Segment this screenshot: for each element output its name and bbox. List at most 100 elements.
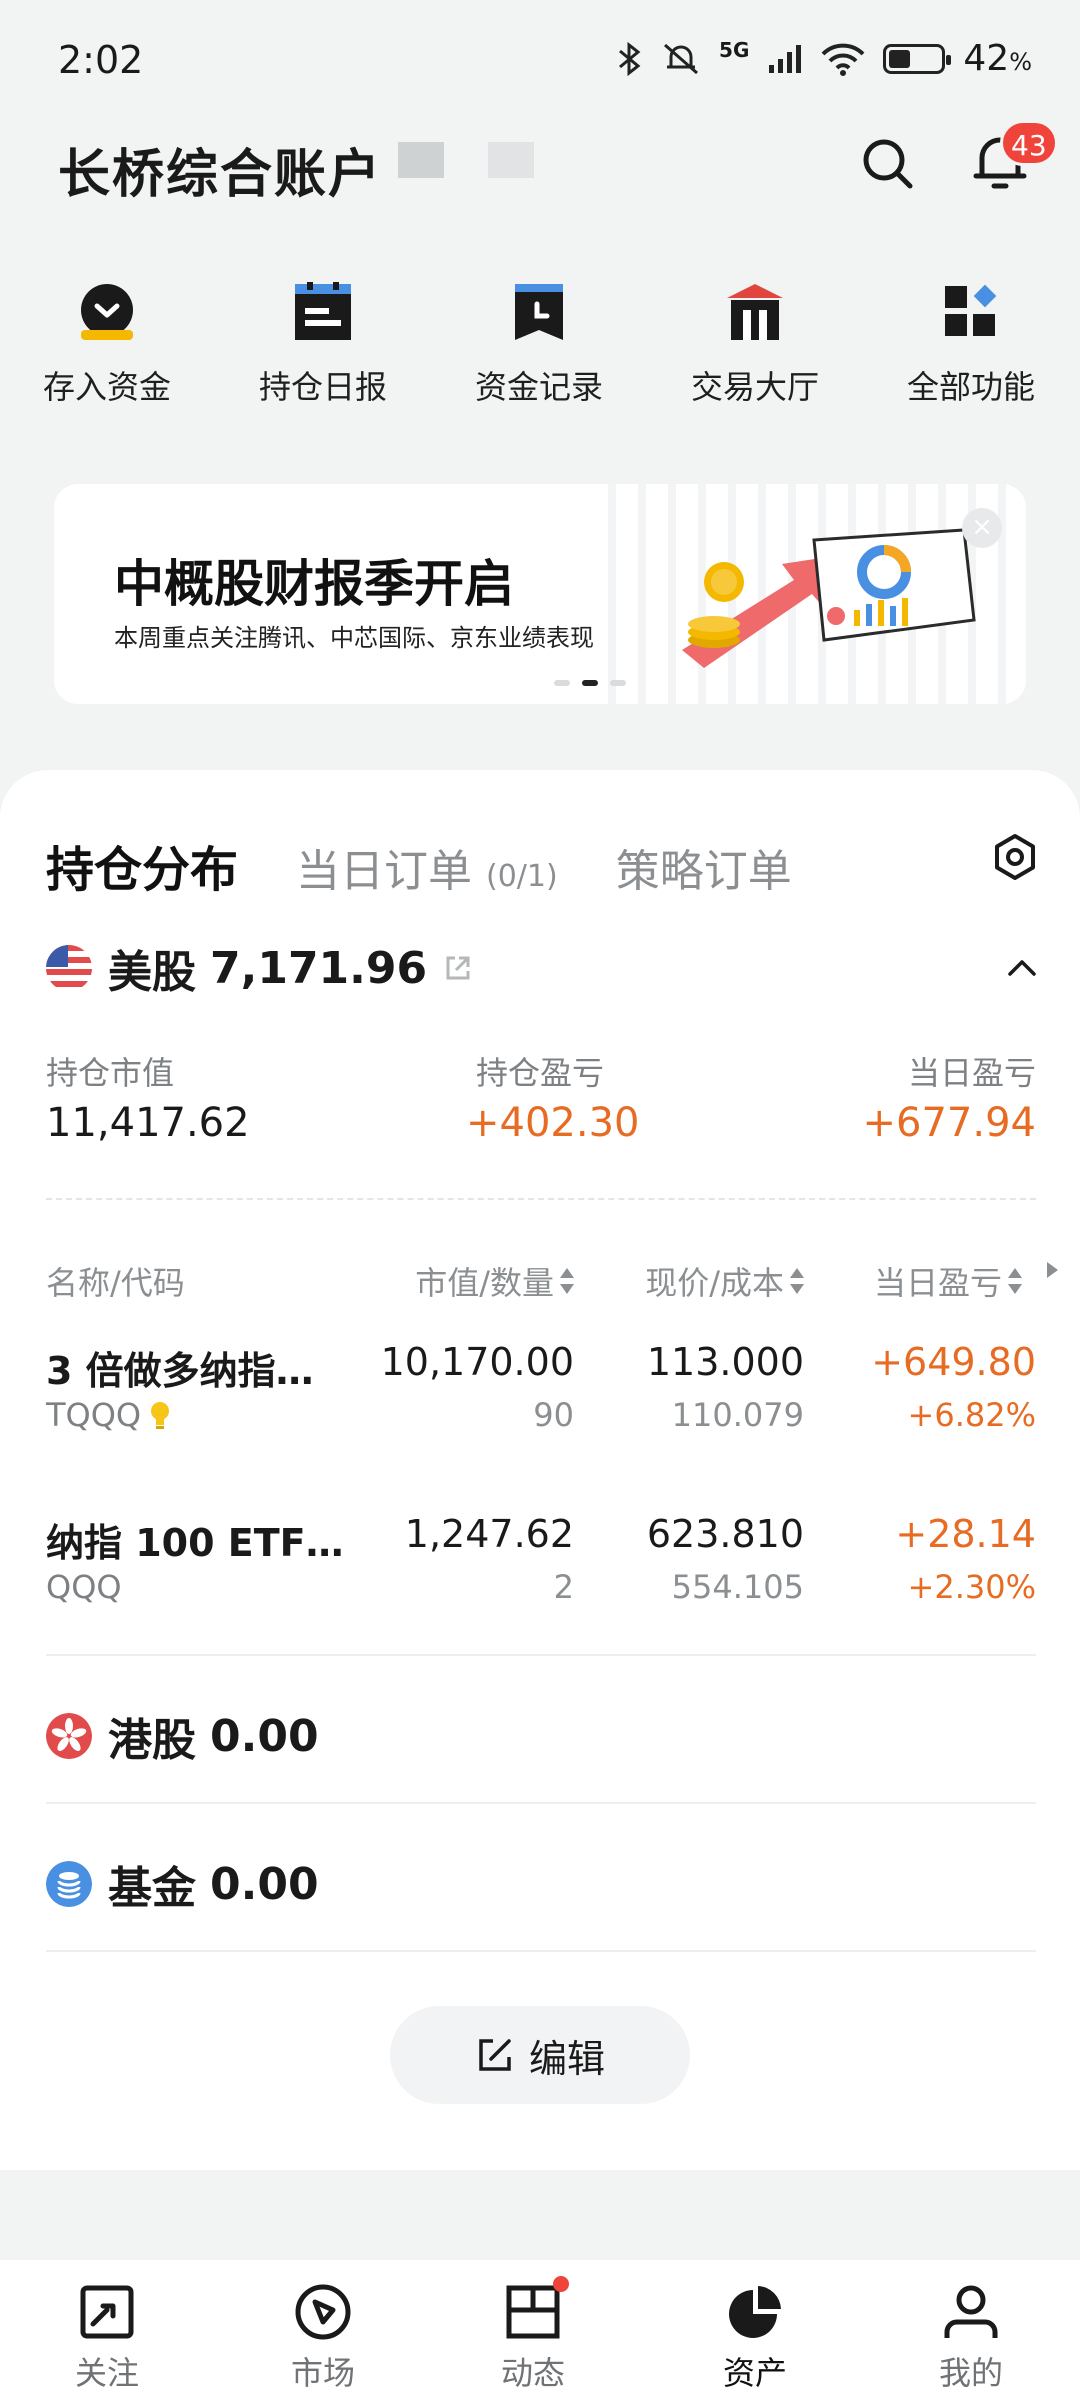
mute-bell-icon — [664, 43, 699, 74]
column-day-pl[interactable]: 当日盈亏 — [874, 1258, 1022, 1304]
column-label: 现价/成本 — [645, 1264, 784, 1302]
holdings-panel: 持仓分布 当日订单 (0/1) 策略订单 美股 7,171.96 持仓市值 持仓… — [0, 770, 1080, 2170]
banner-close-button[interactable]: × — [962, 508, 1002, 548]
market-value-label: 持仓市值 — [46, 1054, 175, 1092]
tab-strategy-orders[interactable]: 策略订单 — [616, 835, 792, 899]
nav-label: 动态 — [500, 2354, 565, 2392]
watchlist-icon — [77, 2282, 137, 2342]
position-code: QQQ — [46, 1568, 122, 1606]
market-label: 美股 — [108, 947, 196, 998]
table-row[interactable]: 3 倍做多纳指… TQQQ 10,170.00 90 113.000 110.0… — [46, 1340, 1036, 1450]
wifi-icon — [821, 43, 865, 76]
position-cost: 554.105 — [671, 1568, 804, 1606]
nav-watchlist[interactable]: 关注 — [32, 2282, 182, 2394]
status-time: 2:02 — [58, 38, 144, 82]
market-label: 港股 — [108, 1715, 196, 1766]
external-link-icon[interactable] — [443, 953, 473, 983]
tab-label: 当日订单 — [296, 846, 473, 897]
all-functions-icon — [941, 282, 1001, 342]
profile-icon — [941, 2282, 1001, 2342]
nav-profile[interactable]: 我的 — [896, 2282, 1046, 2394]
quick-action-daily-report[interactable]: 持仓日报 — [228, 272, 418, 408]
scroll-right-arrow-icon[interactable] — [1047, 1262, 1058, 1278]
signal-icon — [769, 44, 802, 73]
banner-pagination — [554, 680, 626, 686]
divider — [46, 1950, 1036, 1952]
position-cost: 110.079 — [671, 1396, 804, 1434]
market-value: 7,171.96 — [210, 942, 428, 994]
battery-level — [889, 49, 911, 68]
position-price: 113.000 — [646, 1340, 804, 1384]
settings-hexagon-icon[interactable] — [990, 832, 1040, 882]
orders-count: (0/1) — [486, 859, 558, 894]
position-name: 3 倍做多纳指… — [46, 1349, 314, 1393]
position-market-value: 10,170.00 — [380, 1340, 574, 1384]
table-row[interactable]: 纳指 100 ETF… QQQ 1,247.62 2 623.810 554.1… — [46, 1512, 1036, 1622]
position-day-pl-pct: +6.82% — [907, 1396, 1036, 1434]
position-market-value: 1,247.62 — [404, 1512, 574, 1556]
market-compass-icon — [293, 2282, 353, 2342]
deposit-icon — [77, 282, 137, 342]
position-pl-value: +402.30 — [466, 1100, 640, 1146]
position-day-pl-pct: +2.30% — [907, 1568, 1036, 1606]
nav-label: 我的 — [938, 2354, 1003, 2392]
chevron-up-icon[interactable] — [1004, 950, 1040, 986]
us-market-header[interactable]: 美股 7,171.96 — [46, 936, 1040, 1000]
position-price: 623.810 — [646, 1512, 804, 1556]
dashed-divider — [46, 1198, 1036, 1200]
market-label: 基金 — [108, 1863, 196, 1914]
quick-action-trading-hall[interactable]: 交易大厅 — [660, 272, 850, 408]
search-icon[interactable] — [860, 136, 916, 192]
quick-action-fund-records[interactable]: 资金记录 — [444, 272, 634, 408]
edit-button[interactable]: 编辑 — [390, 2006, 690, 2104]
column-value-qty[interactable]: 市值/数量 — [415, 1258, 574, 1304]
position-quantity: 90 — [533, 1396, 574, 1434]
quick-action-all-functions[interactable]: 全部功能 — [876, 272, 1066, 408]
bottom-navigation: 关注 市场 动态 资产 我的 — [0, 2260, 1080, 2400]
hk-market-header[interactable]: 港股 0.00 — [46, 1706, 746, 1766]
pagination-dot — [610, 680, 626, 686]
nav-label: 关注 — [74, 2354, 139, 2392]
quick-action-label: 存入资金 — [42, 368, 171, 406]
account-title[interactable]: 长桥综合账户 — [58, 132, 382, 207]
position-code: TQQQ — [46, 1396, 173, 1434]
status-icons: 5G 42% — [617, 38, 1032, 79]
calendar-report-icon — [293, 282, 353, 342]
market-value: 0.00 — [210, 1858, 319, 1910]
banner-subtitle: 本周重点关注腾讯、中芯国际、京东业绩表现 — [114, 624, 594, 652]
nav-market[interactable]: 市场 — [248, 2282, 398, 2394]
nav-label: 资产 — [722, 2354, 787, 2392]
quick-actions: 存入资金 持仓日报 资金记录 交易大厅 全部功能 — [0, 272, 1080, 422]
fund-market-header[interactable]: 基金 0.00 — [46, 1854, 746, 1914]
pagination-dot — [554, 680, 570, 686]
lightbulb-icon[interactable] — [147, 1399, 173, 1431]
nav-assets[interactable]: 资产 — [680, 2282, 830, 2394]
sort-icon — [1008, 1268, 1022, 1294]
position-name: 纳指 100 ETF… — [46, 1521, 344, 1565]
divider — [46, 1802, 1036, 1804]
notification-badge: 43 — [1000, 120, 1058, 166]
tab-today-orders[interactable]: 当日订单 (0/1) — [296, 835, 558, 899]
battery-icon — [883, 43, 952, 74]
market-value: 0.00 — [210, 1710, 319, 1762]
hk-flag-icon — [46, 1713, 92, 1759]
day-pl-value: +677.94 — [862, 1100, 1036, 1146]
column-price-cost[interactable]: 现价/成本 — [645, 1258, 804, 1304]
position-day-pl: +649.80 — [871, 1340, 1036, 1384]
tab-holdings-distribution[interactable]: 持仓分布 — [46, 830, 238, 900]
quick-action-deposit[interactable]: 存入资金 — [12, 272, 202, 408]
masked-account-info — [488, 142, 534, 178]
column-label: 市值/数量 — [415, 1264, 554, 1302]
position-day-pl: +28.14 — [895, 1512, 1036, 1556]
market-value: 11,417.62 — [46, 1100, 250, 1146]
bookmark-record-icon — [509, 282, 569, 342]
status-bar: 2:02 5G 42% — [0, 0, 1080, 120]
sort-icon — [560, 1268, 574, 1294]
promo-banner[interactable]: 中概股财报季开启 本周重点关注腾讯、中芯国际、京东业绩表现 × — [54, 484, 1026, 704]
column-label: 当日盈亏 — [873, 1264, 1002, 1302]
position-quantity: 2 — [553, 1568, 574, 1606]
feed-icon — [503, 2276, 569, 2342]
nav-feed[interactable]: 动态 — [458, 2276, 608, 2394]
edit-icon — [479, 2039, 511, 2071]
divider — [46, 1654, 1036, 1656]
